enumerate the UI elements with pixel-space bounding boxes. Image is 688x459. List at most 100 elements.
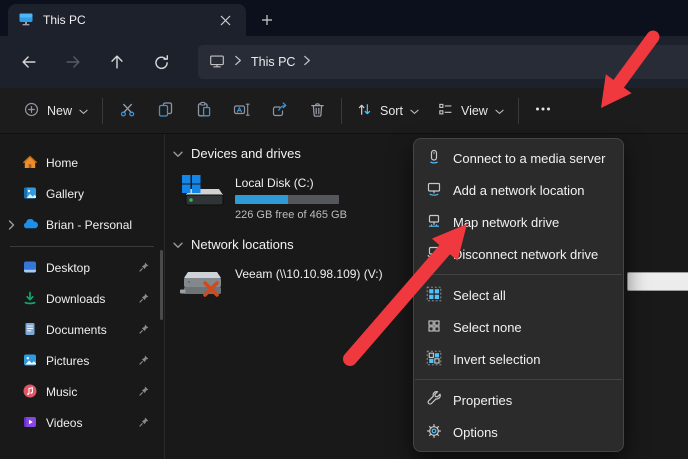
share-button[interactable]: [260, 94, 298, 128]
invert-selection-icon: [426, 350, 442, 369]
chevron-down-icon: [79, 104, 88, 118]
drive-name: Local Disk (C:): [235, 176, 347, 190]
menu-item-select-none[interactable]: Select none: [414, 311, 623, 343]
navigation-bar: This PC: [0, 36, 688, 88]
menu-item-connect-media-server[interactable]: Connect to a media server: [414, 142, 623, 174]
sidebar-item-label: Videos: [46, 416, 130, 430]
sidebar-item-onedrive[interactable]: Brian - Personal: [4, 210, 160, 240]
local-disk-icon: [179, 173, 225, 214]
back-button[interactable]: [12, 45, 46, 79]
sidebar-item-gallery[interactable]: Gallery: [4, 179, 160, 209]
section-title: Network locations: [191, 237, 294, 252]
sidebar-item-documents[interactable]: Documents: [4, 315, 160, 345]
this-pc-monitor-icon: [18, 11, 34, 30]
chevron-down-icon[interactable]: [173, 147, 183, 161]
new-tab-button[interactable]: [254, 7, 280, 33]
sidebar-item-pictures[interactable]: Pictures: [4, 346, 160, 376]
menu-item-label: Options: [453, 425, 498, 440]
toolbar-divider: [518, 98, 519, 124]
disconnect-network-drive-icon: [426, 245, 442, 264]
copy-button[interactable]: [146, 94, 184, 128]
section-title: Devices and drives: [191, 146, 301, 161]
tab-this-pc[interactable]: This PC: [8, 4, 246, 36]
menu-item-properties[interactable]: Properties: [414, 384, 623, 416]
media-server-icon: [426, 149, 442, 168]
new-button-label: New: [47, 104, 72, 118]
toolbar-divider: [341, 98, 342, 124]
menu-item-label: Disconnect network drive: [453, 247, 598, 262]
tab-close-icon[interactable]: [214, 9, 236, 31]
sort-icon: [356, 101, 373, 121]
sidebar-item-music[interactable]: Music: [4, 377, 160, 407]
command-toolbar: New: [0, 88, 688, 134]
sidebar-item-desktop[interactable]: Desktop: [4, 253, 160, 283]
rename-button[interactable]: [222, 94, 260, 128]
menu-item-map-network-drive[interactable]: Map network drive: [414, 206, 623, 238]
new-button[interactable]: New: [14, 94, 97, 128]
add-network-location-icon: [426, 181, 442, 200]
copy-icon: [157, 101, 174, 121]
chevron-down-icon: [495, 104, 504, 118]
sidebar-item-label: Home: [46, 156, 160, 170]
properties-wrench-icon: [426, 391, 442, 410]
sidebar-scrollbar[interactable]: [160, 250, 163, 320]
drive-details: Veeam (\\10.10.98.109) (V:): [235, 264, 383, 286]
drive-capacity-caption: 226 GB free of 465 GB: [235, 209, 347, 221]
tooltip-fragment: [627, 272, 688, 291]
menu-item-disconnect-network-drive[interactable]: Disconnect network drive: [414, 238, 623, 270]
menu-item-invert-selection[interactable]: Invert selection: [414, 343, 623, 375]
plus-circle-icon: [23, 101, 40, 121]
this-pc-outline-icon: [208, 52, 226, 73]
menu-item-label: Map network drive: [453, 215, 559, 230]
menu-item-select-all[interactable]: Select all: [414, 279, 623, 311]
map-network-drive-icon: [426, 213, 442, 232]
cut-button[interactable]: [108, 94, 146, 128]
delete-button[interactable]: [298, 94, 336, 128]
disconnected-network-drive-icon: [179, 264, 225, 305]
view-button[interactable]: View: [428, 94, 513, 128]
titlebar: This PC: [0, 0, 688, 36]
documents-icon: [22, 321, 38, 340]
breadcrumb-chevron-icon[interactable]: [234, 55, 243, 69]
up-button[interactable]: [100, 45, 134, 79]
disk-usage-bar: [235, 195, 339, 204]
chevron-down-icon[interactable]: [173, 238, 183, 252]
pin-icon: [138, 323, 150, 338]
breadcrumb-location[interactable]: This PC: [251, 55, 295, 69]
tab-title: This PC: [43, 13, 205, 27]
select-none-icon: [426, 318, 442, 337]
address-bar[interactable]: This PC: [198, 45, 688, 79]
menu-separator: [415, 274, 622, 275]
refresh-button[interactable]: [144, 45, 178, 79]
disk-usage-fill: [235, 195, 288, 204]
breadcrumb-chevron-icon[interactable]: [303, 55, 312, 69]
pin-icon: [138, 292, 150, 307]
network-drive-name: Veeam (\\10.10.98.109) (V:): [235, 267, 383, 281]
sidebar-item-home[interactable]: Home: [4, 148, 160, 178]
sort-button[interactable]: Sort: [347, 94, 428, 128]
sidebar-item-videos[interactable]: Videos: [4, 408, 160, 438]
sidebar-item-label: Brian - Personal: [46, 218, 160, 232]
pin-icon: [138, 416, 150, 431]
sidebar-item-label: Gallery: [46, 187, 160, 201]
paste-button[interactable]: [184, 94, 222, 128]
sidebar-item-label: Music: [46, 385, 130, 399]
sidebar-item-downloads[interactable]: Downloads: [4, 284, 160, 314]
select-all-icon: [426, 286, 442, 305]
menu-item-label: Invert selection: [453, 352, 540, 367]
onedrive-cloud-icon: [22, 216, 38, 235]
menu-item-options[interactable]: Options: [414, 416, 623, 448]
forward-button[interactable]: [56, 45, 90, 79]
sidebar-separator: [10, 246, 154, 247]
rename-icon: [233, 101, 250, 121]
chevron-right-icon[interactable]: [8, 219, 16, 233]
gallery-icon: [22, 185, 38, 204]
pictures-icon: [22, 352, 38, 371]
sidebar-item-label: Desktop: [46, 261, 130, 275]
see-more-button[interactable]: [524, 94, 562, 128]
chevron-down-icon: [410, 104, 419, 118]
menu-item-add-network-location[interactable]: Add a network location: [414, 174, 623, 206]
drive-details: Local Disk (C:) 226 GB free of 465 GB: [235, 173, 347, 221]
menu-item-label: Connect to a media server: [453, 151, 605, 166]
music-icon: [22, 383, 38, 402]
